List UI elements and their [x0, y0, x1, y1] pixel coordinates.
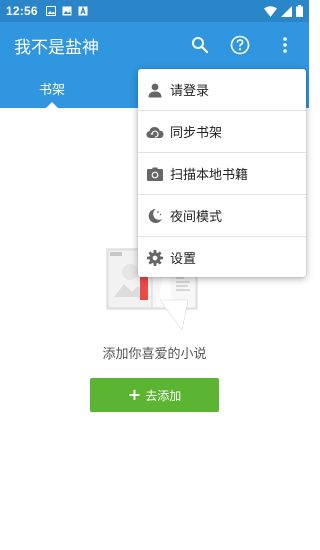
camera-icon	[146, 165, 164, 183]
menu-item-label: 扫描本地书籍	[170, 168, 249, 183]
wifi-icon	[264, 5, 277, 17]
menu-item-scan-local-books[interactable]: 扫描本地书籍	[138, 153, 306, 194]
more-options-button[interactable]	[273, 33, 297, 57]
menu-item-label: 同步书架	[170, 126, 223, 141]
status-time: 12:56	[6, 4, 38, 18]
tab-selected-indicator	[45, 102, 59, 109]
menu-item-label: 请登录	[170, 84, 210, 99]
notification-icons	[45, 6, 88, 16]
menu-item-settings[interactable]: 设置	[138, 237, 306, 278]
help-icon	[230, 35, 250, 55]
empty-state-message: 添加你喜爱的小说	[102, 347, 207, 362]
go-add-label: 去添加	[145, 388, 182, 403]
cloud-sync-icon	[146, 123, 164, 141]
menu-item-login[interactable]: 请登录	[138, 69, 306, 110]
menu-item-label: 夜间模式	[170, 210, 223, 225]
overflow-menu: 请登录 同步书架 扫描本地书籍 夜间模式 设置	[138, 69, 306, 277]
status-bar: 12:56	[0, 0, 309, 22]
menu-item-night-mode[interactable]: 夜间模式	[138, 195, 306, 236]
system-icons	[264, 5, 303, 17]
gear-icon	[146, 249, 164, 267]
menu-item-label: 设置	[170, 252, 197, 267]
image-icon	[45, 6, 56, 16]
app-title: 我不是盐神	[14, 37, 99, 58]
signal-icon	[281, 5, 292, 17]
more-vert-icon	[283, 37, 287, 53]
app-bar: 我不是盐神	[0, 22, 309, 68]
moon-icon	[146, 207, 164, 225]
tab-label: 书架	[38, 82, 65, 98]
plus-icon: +	[127, 385, 142, 404]
go-add-button[interactable]: + 去添加	[90, 378, 219, 412]
image-icon	[62, 6, 72, 16]
search-button[interactable]	[188, 33, 212, 57]
battery-icon	[296, 5, 303, 17]
person-icon	[146, 81, 164, 99]
search-icon	[192, 37, 209, 54]
help-button[interactable]	[228, 33, 252, 57]
font-icon	[78, 6, 88, 16]
menu-item-sync-bookshelf[interactable]: 同步书架	[138, 111, 306, 152]
